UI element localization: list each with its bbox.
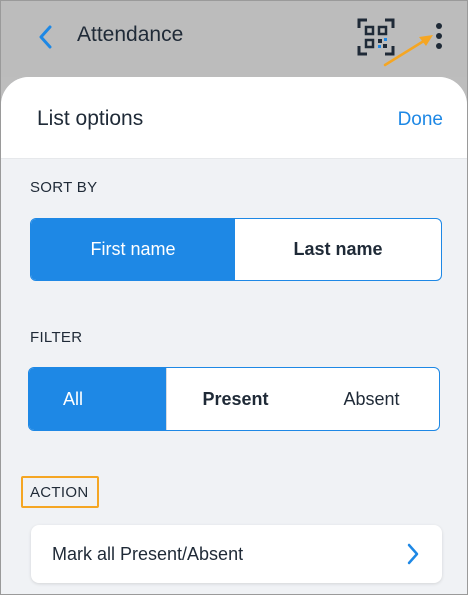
chevron-right-icon: [407, 543, 419, 565]
sort-option-last-name[interactable]: Last name: [235, 219, 441, 280]
back-button[interactable]: [31, 21, 59, 53]
filter-option-all[interactable]: All: [29, 368, 166, 430]
annotation-arrow: [383, 35, 433, 67]
sheet-header: List options Done: [1, 77, 467, 159]
sort-by-label: SORT BY: [30, 179, 98, 196]
app-frame: Attendance List options Done SORT BY Fir…: [0, 0, 468, 595]
app-bar: Attendance: [1, 1, 467, 77]
filter-segmented-control: All Present Absent: [28, 367, 440, 431]
mark-all-present-absent-button[interactable]: Mark all Present/Absent: [31, 525, 442, 583]
filter-label: FILTER: [30, 329, 83, 346]
done-button[interactable]: Done: [398, 109, 443, 131]
action-label: ACTION: [30, 484, 89, 501]
mark-all-label: Mark all Present/Absent: [52, 543, 244, 564]
page-title: Attendance: [77, 23, 184, 46]
sort-option-first-name[interactable]: First name: [31, 219, 235, 280]
chevron-left-icon: [39, 25, 52, 49]
sheet-title: List options: [37, 107, 144, 130]
filter-option-absent[interactable]: Absent: [304, 368, 439, 430]
list-options-sheet: List options Done SORT BY First name Las…: [1, 77, 467, 594]
sort-by-segmented-control: First name Last name: [30, 218, 442, 281]
filter-option-present[interactable]: Present: [166, 368, 304, 430]
